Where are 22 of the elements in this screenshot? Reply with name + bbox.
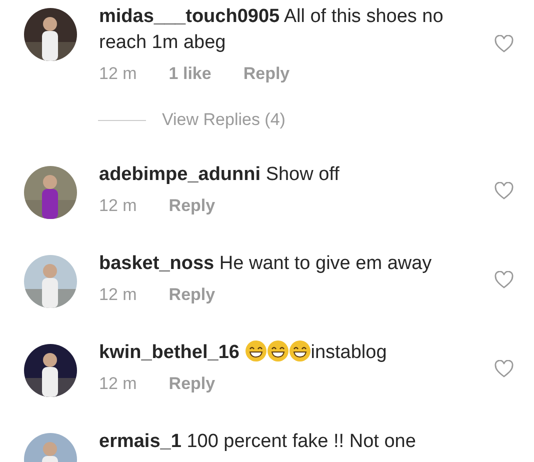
comment-time: 12 m xyxy=(99,64,137,84)
comment-time: 12 m xyxy=(99,374,137,394)
reply-button[interactable]: Reply xyxy=(243,64,290,84)
comment-text: basket_noss He want to give em away xyxy=(99,252,433,276)
comment-text: midas___touch0905 All of this shoes no reach 1m abeg xyxy=(99,5,444,55)
grinning-emoji-icon xyxy=(288,340,311,362)
grinning-emoji-icon xyxy=(244,340,267,362)
like-count[interactable]: 1 like xyxy=(168,64,212,84)
comment-text: ermais_1 100 percent fake !! Not one xyxy=(99,430,417,454)
comment-time: 12 m xyxy=(99,196,137,216)
heart-icon[interactable] xyxy=(494,35,514,53)
heart-icon[interactable] xyxy=(494,360,514,378)
reply-button[interactable]: Reply xyxy=(168,196,216,216)
heart-icon[interactable] xyxy=(494,182,514,200)
reply-button[interactable]: Reply xyxy=(168,374,216,394)
view-replies-button[interactable]: View Replies (4) xyxy=(162,110,286,130)
comment-text: kwin_bethel_16 instablog xyxy=(99,340,388,365)
reply-button[interactable]: Reply xyxy=(168,285,216,305)
grinning-emoji-icon xyxy=(266,340,289,362)
comment-text: adebimpe_adunni Show off xyxy=(99,163,340,187)
comment-time: 12 m xyxy=(99,285,137,305)
heart-icon[interactable] xyxy=(494,270,514,288)
